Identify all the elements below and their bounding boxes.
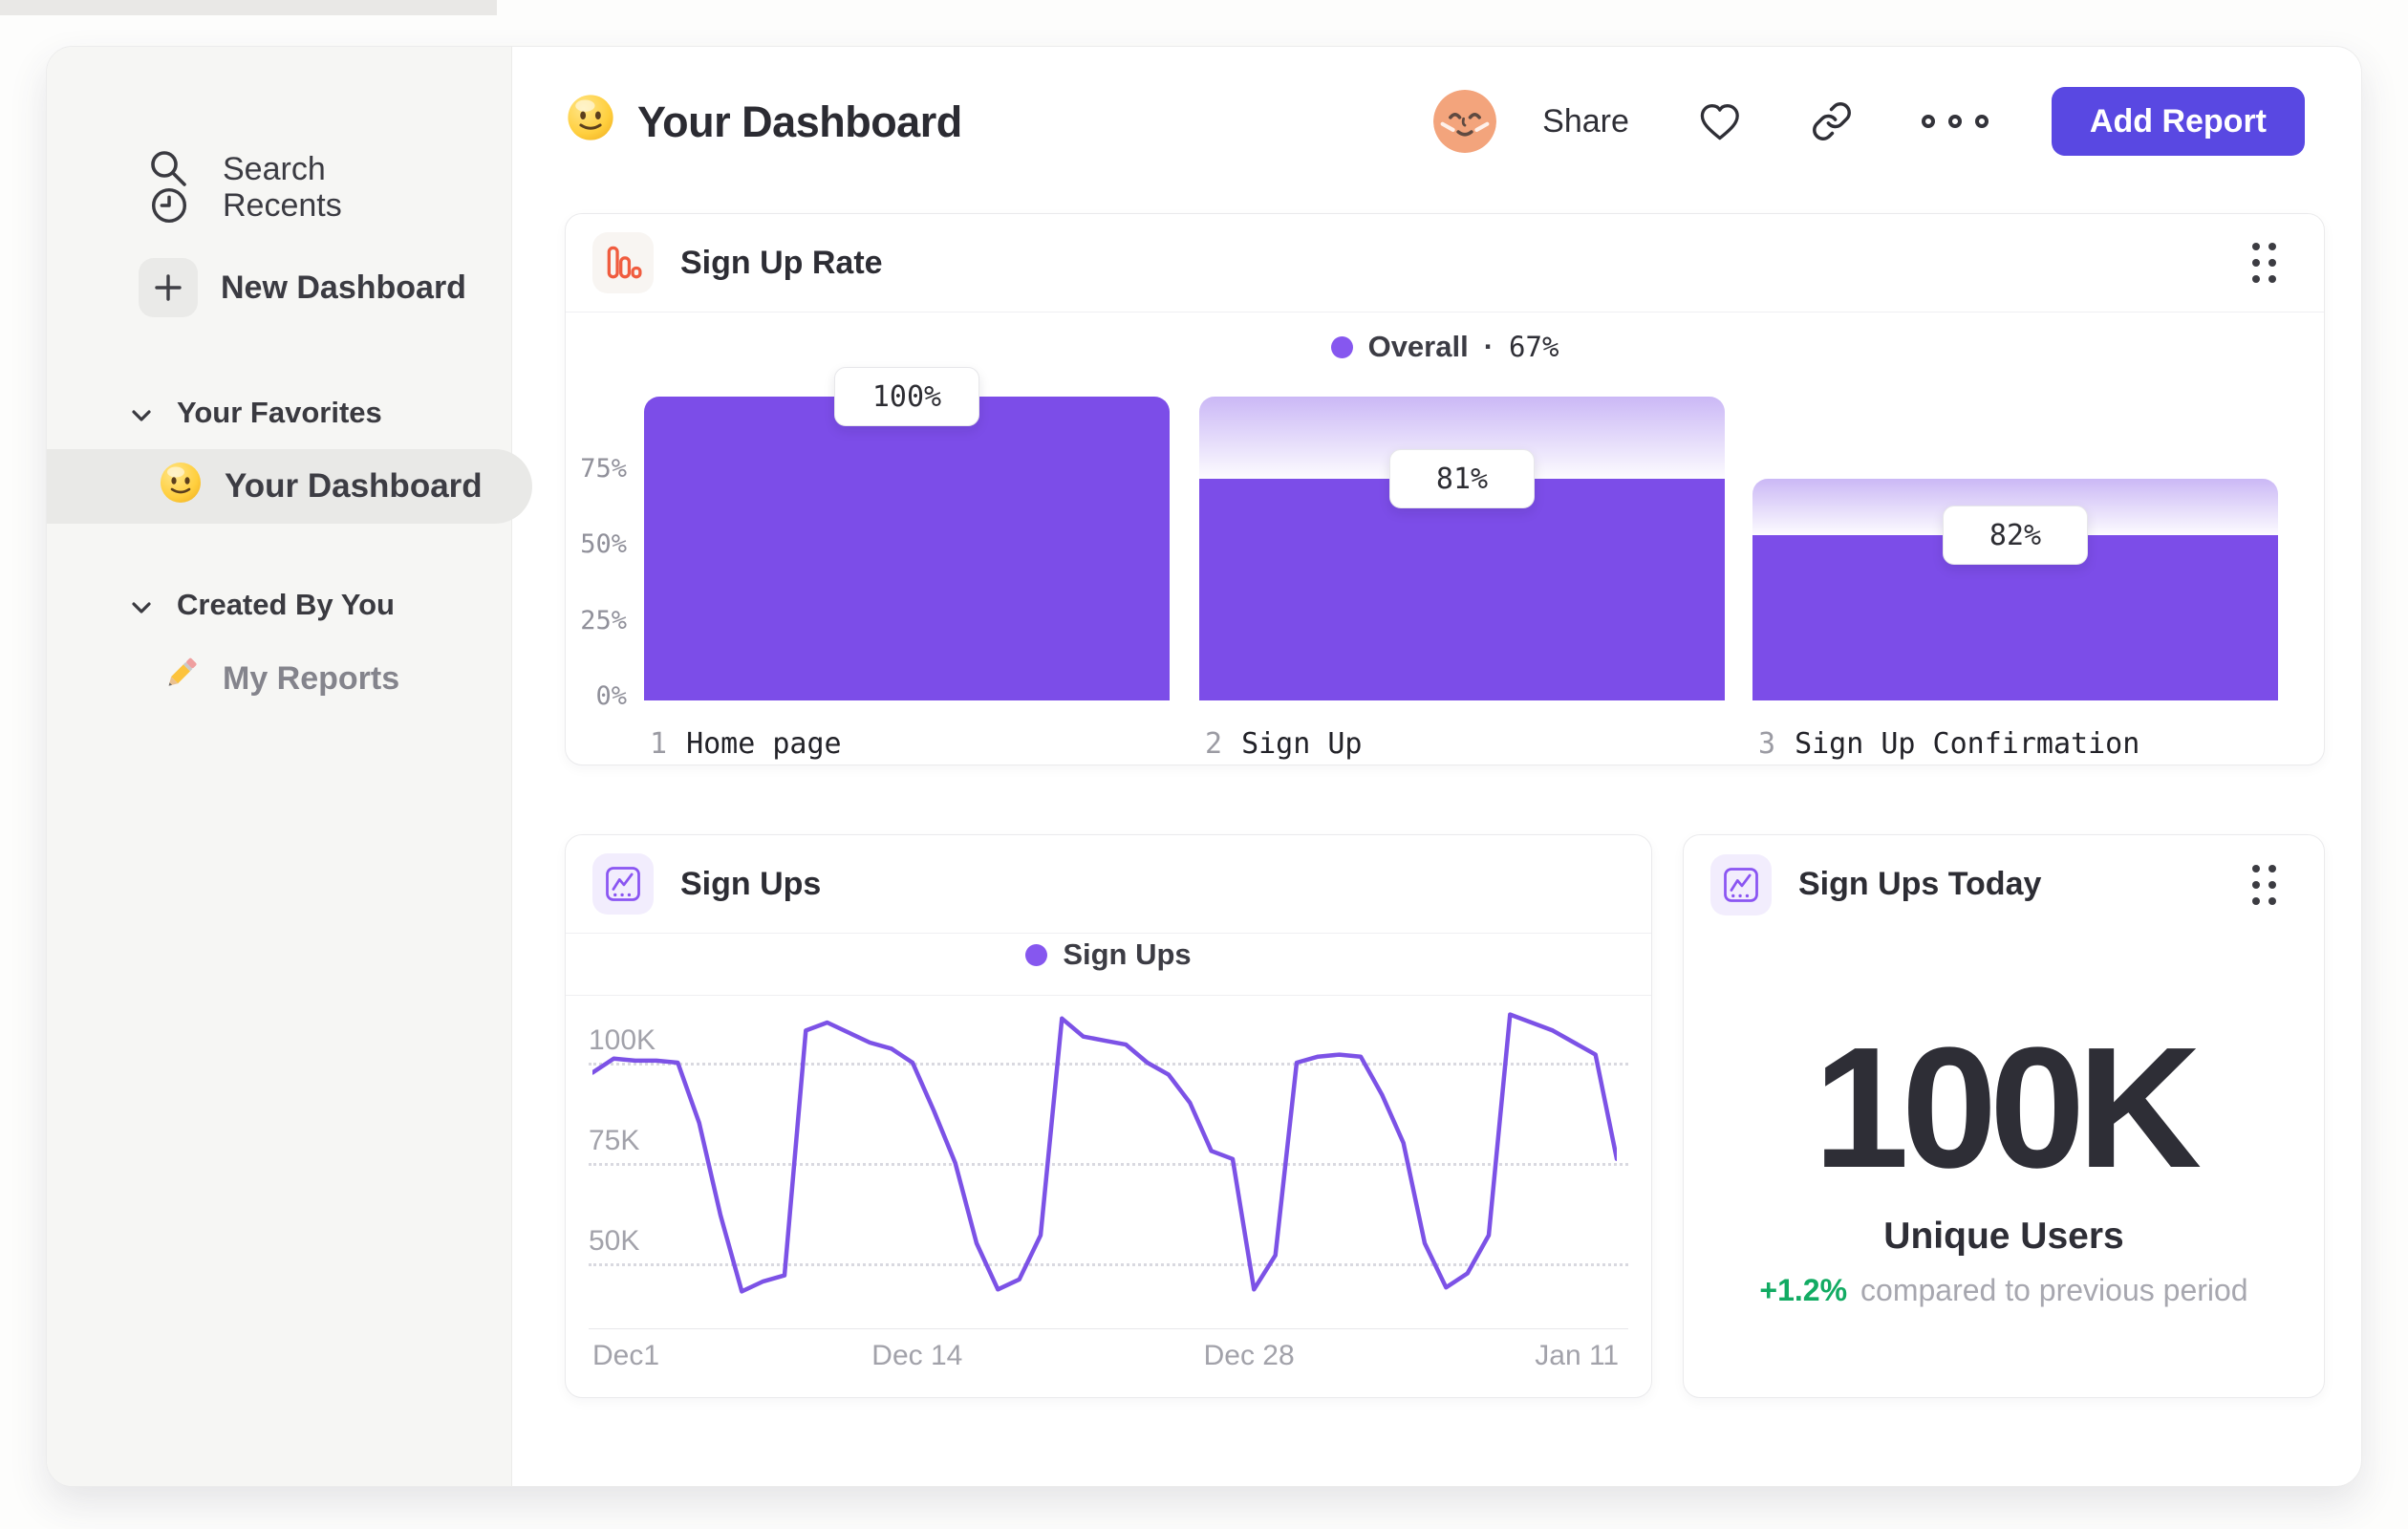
signup-rate-card: Sign Up Rate Overall · 67% 75% 50% 25% 0% 1… (565, 213, 2325, 765)
funnel-value-label: 100% (834, 367, 979, 426)
page-title: Your Dashboard (565, 91, 962, 154)
line-legend: Sign Ups (566, 915, 1651, 996)
metric-delta: +1.2% compared to previous period (1684, 1273, 2324, 1308)
card-title: Sign Up Rate (680, 244, 883, 281)
funnel-plot: 100% 81% 82% (644, 367, 2278, 700)
top-edge-strip (0, 0, 497, 15)
favorite-heart-icon[interactable] (1698, 100, 1742, 142)
smiley-emoji (565, 92, 616, 154)
smiley-emoji (158, 460, 204, 514)
add-report-button[interactable]: Add Report (2051, 87, 2305, 156)
drag-handle-icon[interactable] (2252, 864, 2276, 905)
metric-value: 100K (1813, 1012, 2202, 1204)
funnel-x-label: 1 Home page (650, 727, 842, 761)
card-header: Sign Up Rate (566, 214, 2324, 312)
line-x-tick: Dec 14 (871, 1340, 963, 1371)
plus-icon (139, 258, 198, 317)
legend-dot (1330, 335, 1353, 358)
bar-chart-icon (592, 232, 654, 293)
funnel-legend: Overall · 67% (566, 326, 2324, 368)
line-x-tick: Dec1 (592, 1340, 660, 1371)
signups-card: Sign Ups Sign Ups 100K 75K 50K Dec1 Dec 14 D… (565, 834, 1652, 1398)
funnel-y-tick: 0% (595, 681, 627, 711)
card-header: Sign Ups Today (1684, 835, 2324, 934)
app-window: Search Recents New Dashboard Your Favori… (46, 46, 2362, 1487)
chevron-down-icon (131, 396, 152, 430)
delta-note: compared to previous period (1860, 1273, 2248, 1307)
line-x-tick: Jan 11 (1535, 1340, 1620, 1371)
funnel-y-tick: 75% (580, 453, 627, 484)
funnel-x-label: 3 Sign Up Confirmation (1758, 727, 2140, 761)
funnel-value-label: 81% (1389, 449, 1535, 508)
sidebar: Search Recents New Dashboard Your Favori… (47, 47, 532, 1486)
section-label: Your Favorites (177, 396, 382, 429)
signups-today-card: Sign Ups Today 100K Unique Users +1.2% c… (1683, 834, 2325, 1398)
card-title: Sign Ups (680, 865, 822, 902)
metric-label: Unique Users (1883, 1216, 2124, 1257)
copy-link-icon[interactable] (1811, 100, 1853, 142)
sidebar-item-label: Your Dashboard (225, 467, 483, 505)
x-axis-line (589, 1328, 1628, 1329)
line-chart-icon (1710, 853, 1772, 915)
header-actions: Share Add Report (1433, 87, 2305, 156)
funnel-bar[interactable] (1199, 397, 1725, 700)
sidebar-section-your-favorites[interactable]: Your Favorites (131, 390, 382, 436)
line-chart-icon (592, 853, 654, 915)
sidebar-item-label: My Reports (223, 659, 400, 697)
funnel-x-label: 2 Sign Up (1205, 727, 1363, 761)
funnel-bar-fill (644, 397, 1170, 700)
more-options-icon[interactable] (1921, 115, 1989, 128)
pencil-emoji (158, 652, 204, 706)
funnel-value-label: 82% (1943, 506, 2088, 565)
sidebar-item-your-dashboard[interactable]: Your Dashboard (47, 449, 532, 524)
avatar[interactable] (1433, 90, 1497, 153)
line-x-tick: Dec 28 (1203, 1340, 1295, 1371)
signups-line-series (592, 1012, 1617, 1294)
delta-value: +1.2% (1759, 1273, 1848, 1307)
sidebar-item-label: New Dashboard (221, 269, 466, 306)
sidebar-item-label: Recents (223, 186, 342, 224)
funnel-bar-fill (1199, 479, 1725, 700)
funnel-y-tick: 25% (580, 605, 627, 635)
clock-icon (139, 175, 200, 236)
chevron-down-icon (131, 588, 152, 622)
drag-handle-icon[interactable] (2252, 243, 2276, 283)
sidebar-item-my-reports[interactable]: My Reports (158, 650, 399, 707)
section-label: Created By You (177, 588, 395, 621)
legend-dot (1025, 943, 1048, 966)
card-title: Sign Ups Today (1798, 866, 2042, 902)
sidebar-item-recents[interactable]: Recents (139, 171, 342, 240)
share-button[interactable]: Share (1542, 103, 1629, 140)
sidebar-section-created-by-you[interactable]: Created By You (131, 582, 395, 628)
sidebar-item-new-dashboard[interactable]: New Dashboard (139, 253, 466, 322)
funnel-bar[interactable] (644, 397, 1170, 700)
funnel-y-tick: 50% (580, 529, 627, 559)
